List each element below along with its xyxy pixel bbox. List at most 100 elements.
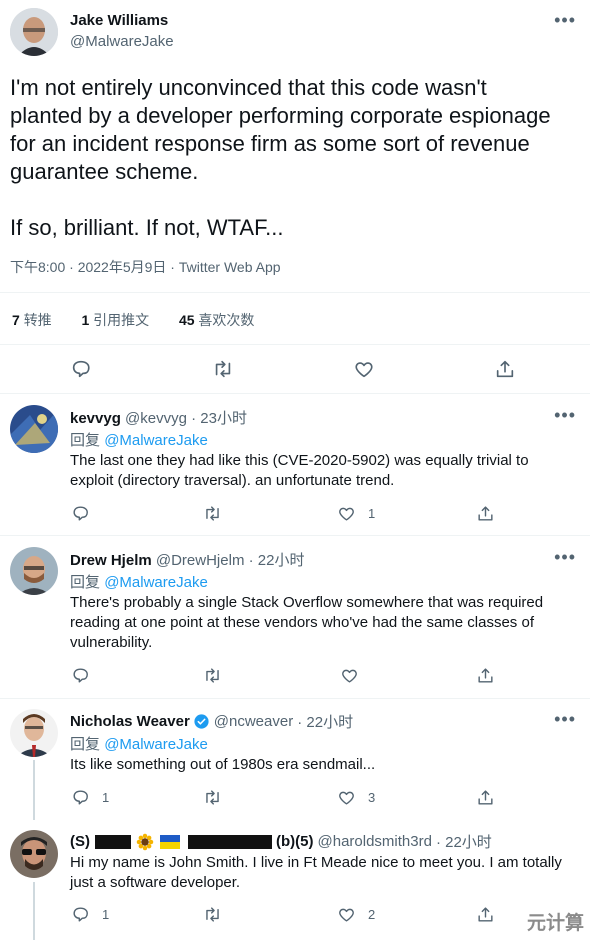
retweet-icon (206, 907, 219, 922)
reply-time[interactable]: · 23小时 (191, 410, 247, 427)
reply-prefix: 回复 (70, 432, 101, 449)
reply-prefix: 回复 (70, 574, 101, 591)
like-button[interactable]: 3 (337, 788, 375, 807)
redacted-bar (95, 834, 131, 849)
retweet-icon (215, 360, 231, 378)
tweet-line: I'm not entirely unconvinced that this c… (10, 75, 487, 100)
avatar-kevvyg[interactable] (10, 405, 58, 453)
more-icon[interactable]: ••• (554, 547, 576, 568)
reply-author-name-prefix[interactable]: (S) (70, 833, 90, 850)
retweet-button[interactable] (203, 666, 222, 685)
reply-icon (73, 668, 88, 683)
reply-text: Hi my name is John Smith. I live in Ft M… (70, 853, 562, 893)
share-icon (478, 668, 493, 683)
reply-line: The last one they had like this (CVE-202… (70, 452, 529, 469)
share-button[interactable] (476, 788, 495, 807)
verified-icon (194, 714, 209, 729)
like-button[interactable]: 2 (337, 905, 375, 924)
share-button[interactable] (494, 358, 516, 380)
like-icon (339, 908, 354, 922)
watermark: 元计算 (526, 913, 584, 934)
tweet-meta[interactable]: 下午8:00 · 2022年5月9日 · Twitter Web App (10, 257, 281, 277)
reply-author-name[interactable]: Drew Hjelm (70, 552, 152, 569)
like-button[interactable] (353, 358, 375, 380)
reply-line: There's probably a single Stack Overflow… (70, 594, 544, 611)
reply-text: There's probably a single Stack Overflow… (70, 593, 543, 653)
share-icon (496, 360, 514, 378)
reply-author-handle[interactable]: @kevvyg (125, 410, 187, 427)
retweet-icon (206, 790, 219, 805)
like-icon (339, 791, 354, 805)
author-handle[interactable]: @MalwareJake (70, 33, 174, 50)
reply-line: just a software developer. (70, 874, 241, 891)
reply-line: Hi my name is John Smith. I live in Ft M… (70, 854, 562, 871)
author-name[interactable]: Jake Williams (70, 12, 168, 29)
share-button[interactable] (476, 905, 495, 924)
reply-icon (72, 360, 90, 378)
share-button[interactable] (476, 666, 495, 685)
reply-line: exploit (directory traversal). an unfort… (70, 472, 395, 489)
reply-author-name[interactable]: kevvyg (70, 410, 121, 427)
more-icon[interactable]: ••• (554, 10, 576, 31)
sunflower-icon (136, 833, 154, 850)
retweet-button[interactable] (203, 905, 222, 924)
reply-time[interactable]: · 22小时 (436, 831, 492, 852)
like-icon (339, 507, 354, 521)
reply-prefix: 回复 (70, 736, 101, 753)
like-count: 2 (368, 907, 376, 922)
like-button[interactable]: 1 (337, 504, 375, 523)
reply-author-handle[interactable]: @haroldsmith3rd (318, 833, 432, 850)
reply-to-link[interactable]: @MalwareJake (104, 736, 208, 753)
like-count: 1 (368, 506, 376, 521)
retweet-button[interactable] (203, 504, 222, 523)
reply-button[interactable] (71, 504, 90, 523)
reply-to-link[interactable]: @MalwareJake (104, 574, 208, 591)
reply-count: 1 (102, 790, 110, 805)
avatar-nicholas-weaver[interactable] (10, 709, 58, 757)
like-icon (342, 669, 357, 683)
more-icon[interactable]: ••• (554, 405, 576, 426)
avatar-drew-hjelm[interactable] (10, 547, 58, 595)
retweets-stat[interactable]: 7 转推 (12, 312, 52, 328)
share-icon (478, 506, 493, 521)
reply-button[interactable] (71, 666, 90, 685)
avatar-haroldsmith3rd[interactable] (10, 830, 58, 878)
retweet-icon (206, 668, 219, 683)
ukraine-flag-icon (160, 834, 180, 849)
reply-text: Its like something out of 1980s era send… (70, 755, 375, 775)
like-button[interactable] (340, 666, 359, 685)
tweet-line: If so, brilliant. If not, WTAF... (10, 215, 284, 240)
reply-author-name-suffix[interactable]: (b)(5) (276, 833, 314, 850)
reply-time[interactable]: · 22小时 (249, 552, 305, 569)
likes-stat[interactable]: 45 喜欢次数 (179, 312, 254, 328)
reply-text: The last one they had like this (CVE-202… (70, 451, 529, 491)
reply-time[interactable]: · 22小时 (297, 711, 353, 732)
reply-author-handle[interactable]: @ncweaver (214, 713, 293, 730)
like-count: 3 (368, 790, 376, 805)
reply-icon (73, 907, 88, 922)
reply-button[interactable]: 1 (71, 788, 109, 807)
reply-line: vulnerability. (70, 634, 153, 651)
share-button[interactable] (476, 504, 495, 523)
reply-author-name[interactable]: Nicholas Weaver (70, 713, 190, 730)
reply-to-link[interactable]: @MalwareJake (104, 432, 208, 449)
reply-count: 1 (102, 907, 110, 922)
tweet-line: for an incident response firm as some so… (10, 131, 530, 156)
retweet-icon (206, 506, 219, 521)
retweet-button[interactable] (211, 358, 235, 380)
reply-button[interactable] (70, 358, 92, 380)
redacted-bar (188, 834, 272, 849)
reply-line: Its like something out of 1980s era send… (70, 756, 376, 773)
like-icon (355, 362, 373, 378)
tweet-line: planted by a developer performing corpor… (10, 103, 551, 128)
retweet-button[interactable] (203, 788, 222, 807)
quotes-stat[interactable]: 1 引用推文 (81, 312, 149, 328)
thread-line (33, 882, 35, 940)
reply-button[interactable]: 1 (71, 905, 109, 924)
avatar-jake-williams[interactable] (10, 8, 58, 56)
reply-icon (73, 506, 88, 521)
more-icon[interactable]: ••• (554, 709, 576, 730)
reply-author-handle[interactable]: @DrewHjelm (156, 552, 245, 569)
tweet-text: I'm not entirely unconvinced that this c… (10, 74, 551, 242)
share-icon (478, 790, 493, 805)
